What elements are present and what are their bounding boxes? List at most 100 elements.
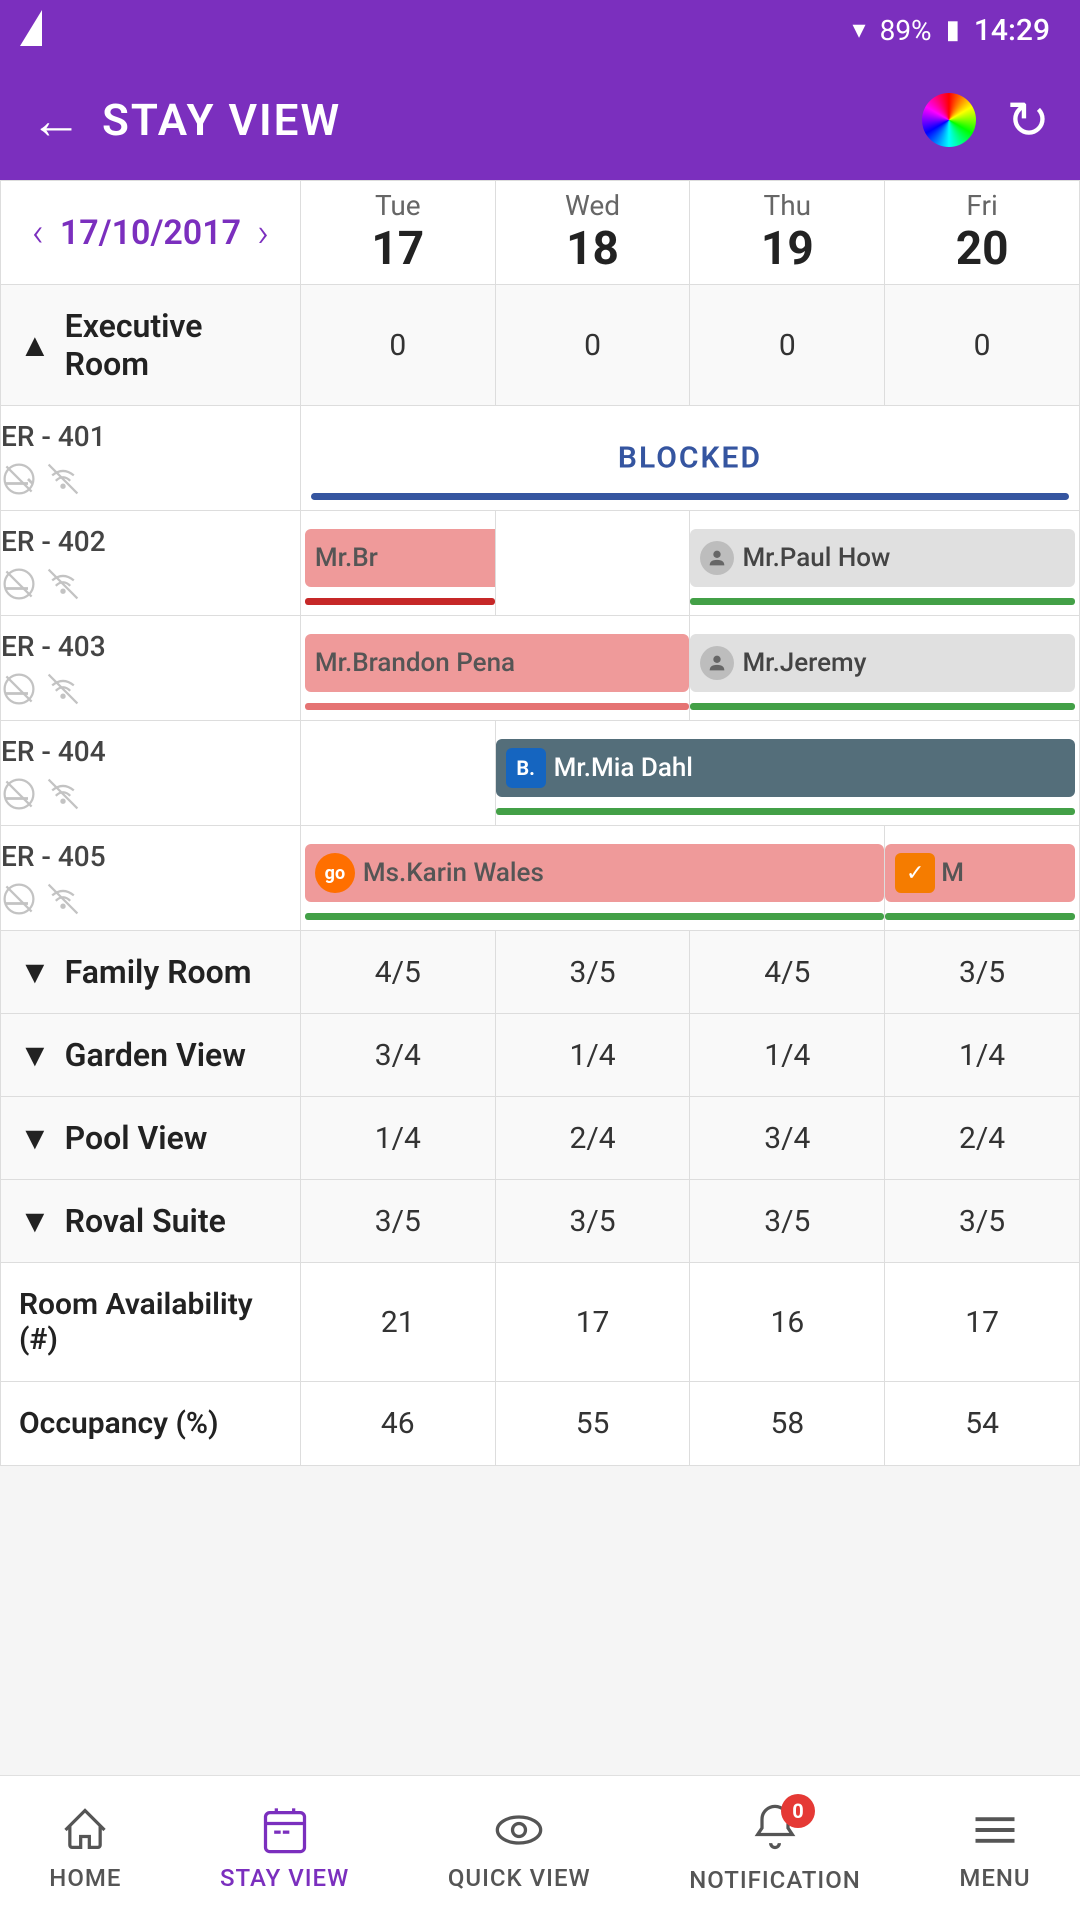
er403-underline-tue (305, 703, 690, 710)
day-name-3: Fri (889, 189, 1075, 222)
occupancy-row: Occupancy (%) 46 55 58 54 (1, 1382, 1080, 1466)
no-wifi-icon-403 (45, 671, 81, 707)
category-label-cell-family: ▼ Family Room (1, 931, 301, 1014)
back-button[interactable]: ← (30, 90, 82, 151)
date-header-row: ‹ 17/10/2017 › Tue 17 Wed 18 Thu 19 Fri … (1, 181, 1080, 285)
er403-guest-thu: Mr.Jeremy (742, 648, 866, 678)
er403-guest-tue: Mr.Brandon Pena (315, 648, 515, 678)
room-avail-thu: 16 (690, 1263, 885, 1382)
pool-count-wed: 2/4 (495, 1097, 690, 1180)
prev-date-button[interactable]: ‹ (32, 209, 44, 256)
stay-view-grid: ‹ 17/10/2017 › Tue 17 Wed 18 Thu 19 Fri … (0, 180, 1080, 1611)
category-name: Executive Room (65, 307, 282, 383)
nav-home-label: HOME (49, 1864, 121, 1892)
family-count-fri: 3/5 (885, 931, 1080, 1014)
nav-menu[interactable]: MENU (939, 1794, 1050, 1902)
day-number-0: 17 (305, 222, 491, 276)
day-header-thu: Thu 19 (690, 181, 885, 285)
category-label-cell: ▲ Executive Room (1, 285, 301, 406)
day-name-0: Tue (305, 189, 491, 222)
next-date-button[interactable]: › (257, 209, 269, 256)
chevron-down-icon: ▼ (19, 953, 51, 991)
no-smoke-icon-402 (1, 566, 37, 602)
occupancy-thu: 58 (690, 1382, 885, 1466)
chevron-down-icon-garden: ▼ (19, 1036, 51, 1074)
category-pool-view[interactable]: ▼ Pool View 1/4 2/4 3/4 2/4 (1, 1097, 1080, 1180)
exec-count-wed: 0 (495, 285, 690, 406)
exec-count-tue: 0 (300, 285, 495, 406)
er403-underline-thu (690, 703, 1075, 710)
menu-icon (969, 1804, 1021, 1856)
room-avail-wed: 17 (495, 1263, 690, 1382)
room-label-er403: ER - 403 (1, 616, 301, 721)
occupancy-fri: 54 (885, 1382, 1080, 1466)
category-family-room[interactable]: ▼ Family Room 4/5 3/5 4/5 3/5 (1, 931, 1080, 1014)
day-name-2: Thu (694, 189, 880, 222)
room-avail-fri: 17 (885, 1263, 1080, 1382)
battery-percentage: 89% (880, 14, 932, 47)
occupancy-wed: 55 (495, 1382, 690, 1466)
room-row-er401: ER - 401 (1, 406, 1080, 511)
room-label-er405: ER - 405 (1, 826, 301, 931)
roval-count-wed: 3/5 (495, 1180, 690, 1263)
er402-wed (495, 511, 690, 616)
nav-notification[interactable]: 0 NOTIFICATION (669, 1792, 881, 1904)
no-wifi-icon-404 (45, 776, 81, 812)
blocked-label: BLOCKED (301, 441, 1079, 476)
current-date[interactable]: 17/10/2017 (60, 213, 241, 253)
category-name-roval: Roval Suite (65, 1202, 226, 1240)
room-number: ER - 401 (1, 420, 300, 453)
pool-count-thu: 3/4 (690, 1097, 885, 1180)
nav-home[interactable]: HOME (29, 1794, 141, 1902)
date-navigation: ‹ 17/10/2017 › (1, 181, 301, 285)
nav-stay-view[interactable]: STAY VIEW (200, 1794, 369, 1902)
er402-guest-tue: Mr.Br (315, 543, 378, 573)
room-label-er402: ER - 402 (1, 511, 301, 616)
exec-count-fri: 0 (885, 285, 1080, 406)
category-label-cell-roval: ▼ Roval Suite (1, 1180, 301, 1263)
avatar-icon-403 (700, 646, 734, 680)
day-header-wed: Wed 18 (495, 181, 690, 285)
family-count-tue: 4/5 (300, 931, 495, 1014)
refresh-icon[interactable]: ↻ (1006, 90, 1050, 151)
top-bar: ← STAY VIEW ↻ (0, 60, 1080, 180)
er405-underline-fri (885, 913, 1075, 920)
er402-tue[interactable]: Mr.Br (300, 511, 495, 616)
er402-underline-thu (690, 598, 1075, 605)
room-availability-label: Room Availability (#) (1, 1263, 301, 1382)
er405-underline (305, 913, 884, 920)
er403-thu-fri[interactable]: Mr.Jeremy (690, 616, 1080, 721)
color-palette-icon[interactable] (922, 93, 976, 147)
er405-tue-thu[interactable]: go Ms.Karin Wales (300, 826, 884, 931)
er405-fri[interactable]: ✓ M (885, 826, 1080, 931)
booking-source-icon-405: go (315, 853, 355, 893)
room-row-er403: ER - 403 (1, 616, 1080, 721)
wifi-icon: ▾ (853, 15, 866, 45)
stay-view-icon (259, 1804, 311, 1856)
chevron-up-icon: ▲ (19, 326, 51, 364)
er405-guest: Ms.Karin Wales (363, 858, 544, 888)
no-wifi-icon-405 (45, 881, 81, 917)
category-garden-view[interactable]: ▼ Garden View 3/4 1/4 1/4 1/4 (1, 1014, 1080, 1097)
garden-count-wed: 1/4 (495, 1014, 690, 1097)
roval-count-tue: 3/5 (300, 1180, 495, 1263)
booking-source-icon-404: B. (506, 748, 546, 788)
day-header-tue: Tue 17 (300, 181, 495, 285)
page-title: STAY VIEW (102, 94, 922, 146)
er401-blocked-cell[interactable]: BLOCKED (300, 406, 1079, 511)
er404-wed-fri[interactable]: B. Mr.Mia Dahl (495, 721, 1079, 826)
nav-quick-view[interactable]: QUICK VIEW (428, 1794, 611, 1902)
nav-stay-view-label: STAY VIEW (220, 1864, 349, 1892)
category-executive-room[interactable]: ▲ Executive Room 0 0 0 0 (1, 285, 1080, 406)
room-avail-tue: 21 (300, 1263, 495, 1382)
occupancy-label: Occupancy (%) (1, 1382, 301, 1466)
no-smoke-icon-405 (1, 881, 37, 917)
category-roval-suite[interactable]: ▼ Roval Suite 3/5 3/5 3/5 3/5 (1, 1180, 1080, 1263)
er403-tue-wed[interactable]: Mr.Brandon Pena (300, 616, 690, 721)
er402-thu-fri[interactable]: Mr.Paul How (690, 511, 1080, 616)
er404-underline (496, 808, 1075, 815)
day-number-1: 18 (500, 222, 686, 276)
quick-view-icon (493, 1804, 545, 1856)
garden-count-tue: 3/4 (300, 1014, 495, 1097)
notification-wrapper: 0 (749, 1802, 801, 1858)
